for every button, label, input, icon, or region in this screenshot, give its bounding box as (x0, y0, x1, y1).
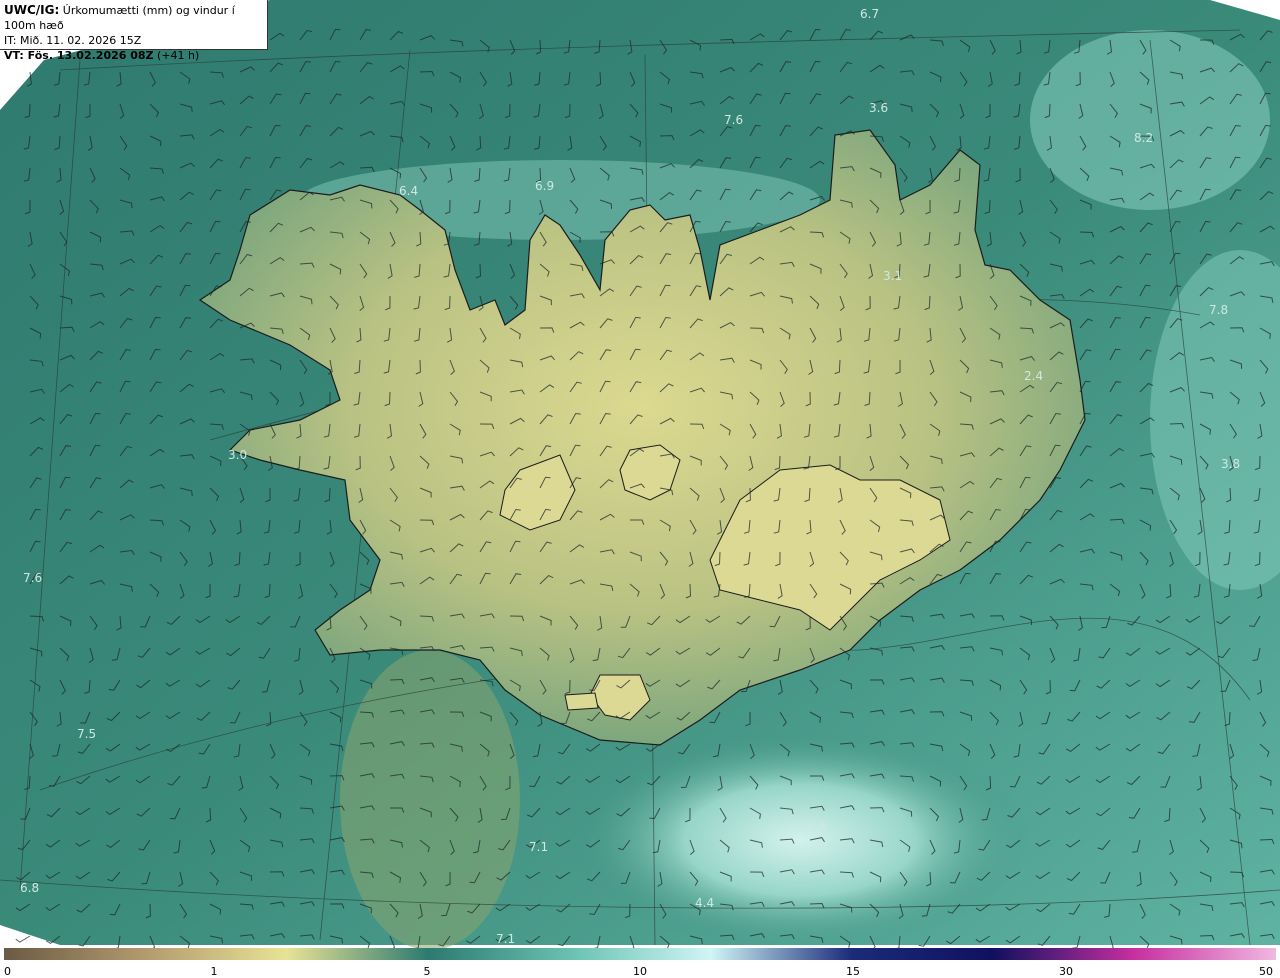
map-value-label: 4.4 (695, 896, 714, 910)
map-value-label: 7.8 (1209, 303, 1228, 317)
valid-time-line: VT: Fös. 13.02.2026 08Z (+41 h) (4, 48, 263, 63)
forecast-lead: (+41 h) (157, 49, 200, 62)
colorbar-tick: 15 (846, 965, 860, 978)
sea-patch-northeast (1030, 30, 1270, 210)
map-value-label: 3.8 (1221, 457, 1240, 471)
colorbar: 0 1 5 10 15 30 50 (0, 948, 1280, 978)
map-value-label: 6.9 (535, 179, 554, 193)
colorbar-tick: 50 (1259, 965, 1273, 978)
colorbar-tick: 1 (210, 965, 218, 978)
map-value-label: 7.1 (529, 840, 548, 854)
colorbar-tick: 30 (1059, 965, 1073, 978)
glacier-eyjafjallajokull (564, 692, 599, 711)
map-value-label: 3.0 (228, 448, 247, 462)
product-code: UWC/IG: (4, 3, 60, 17)
initial-time: IT: Mið. 11. 02. 2026 15Z (4, 34, 142, 47)
colorbar-strip (4, 948, 1276, 960)
map-header: UWC/IG: Úrkomumætti (mm) og vindur í 100… (0, 0, 268, 62)
map-value-label: 8.2 (1134, 131, 1153, 145)
forecast-map-view: 6.7 3.6 7.6 8.2 6.4 6.9 3.1 7.8 2.4 3.0 … (0, 0, 1280, 978)
map-value-label: 6.4 (399, 184, 418, 198)
colorbar-tick: 5 (423, 965, 431, 978)
title-line: UWC/IG: Úrkomumætti (mm) og vindur í 100… (4, 3, 263, 33)
colorbar-tick: 0 (4, 965, 11, 978)
wind-barb (15, 935, 31, 943)
forecast-map: 6.7 3.6 7.6 8.2 6.4 6.9 3.1 7.8 2.4 3.0 … (0, 0, 1280, 948)
map-value-label: 7.5 (77, 727, 96, 741)
map-value-label: 7.6 (23, 571, 42, 585)
map-value-label: 3.1 (883, 269, 902, 283)
colorbar-tick: 10 (633, 965, 647, 978)
map-value-label: 7.1 (496, 932, 515, 946)
map-value-label: 3.6 (869, 101, 888, 115)
map-value-label: 6.7 (860, 7, 879, 21)
sea-swirl-south (570, 730, 1030, 948)
map-value-label: 6.6 (808, 819, 827, 833)
sea-patch-southwest (340, 650, 520, 948)
map-value-label: 6.8 (20, 881, 39, 895)
map-value-label: 7.6 (724, 113, 743, 127)
valid-time: VT: Fös. 13.02.2026 08Z (4, 49, 154, 62)
map-value-label: 2.4 (1024, 369, 1043, 383)
